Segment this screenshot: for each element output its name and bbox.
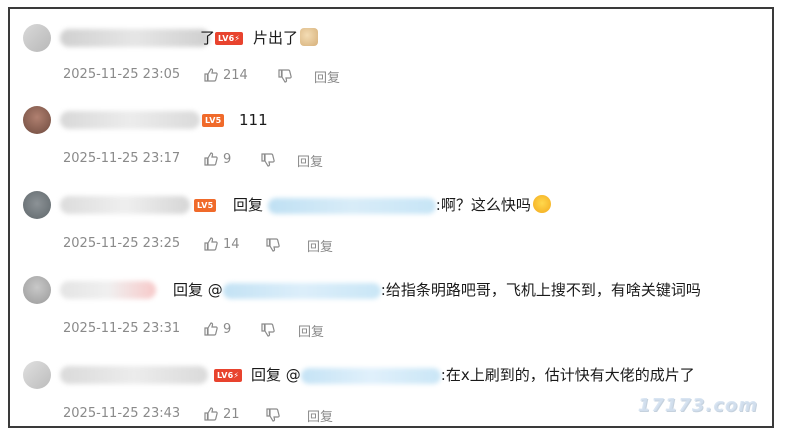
dislike-button[interactable] (265, 237, 281, 257)
comment-item: 回复 @:给指条明路吧哥，飞机上搜不到，有啥关键词吗 2025-11-25 23… (10, 270, 772, 355)
reply-prefix: 回复 @ (251, 366, 301, 384)
timestamp: 2025-11-25 23:43 (63, 406, 181, 421)
comment-meta: 2025-11-25 23:25 14 回复 (63, 236, 463, 257)
comment-meta: 2025-11-25 23:17 9 回复 (63, 151, 463, 172)
timestamp: 2025-11-25 23:25 (63, 236, 181, 251)
like-count: 9 (223, 151, 232, 167)
comment-text: 回复 :啊？这么快吗 (233, 195, 551, 215)
comment-text: 片出了 (253, 28, 319, 48)
comment-meta: 2025-11-25 23:05 214 回复 (63, 67, 463, 88)
timestamp: 2025-11-25 23:31 (63, 321, 181, 336)
like-button[interactable]: 14 (203, 236, 240, 252)
avatar[interactable] (23, 24, 51, 52)
dislike-button[interactable] (277, 68, 293, 88)
mention-blurred[interactable] (267, 197, 436, 214)
mention-blurred[interactable] (300, 367, 441, 384)
dislike-button[interactable] (265, 407, 281, 427)
reply-button[interactable]: 回复 (314, 67, 340, 86)
avatar[interactable] (23, 361, 51, 389)
like-count: 14 (223, 236, 240, 252)
like-button[interactable]: 9 (203, 151, 231, 167)
username-blurred[interactable] (60, 366, 208, 384)
reply-button[interactable]: 回复 (307, 406, 333, 425)
comment-pre-text: 了 (200, 29, 216, 47)
level-badge: LV5 (194, 199, 217, 212)
level-badge: LV6⚡ (215, 32, 244, 45)
timestamp: 2025-11-25 23:17 (63, 151, 181, 166)
lightning-icon: ⚡ (233, 371, 240, 380)
thumbs-down-icon (261, 153, 275, 167)
comment-meta: 2025-11-25 23:43 21 回复 (63, 406, 463, 427)
like-count: 21 (223, 406, 240, 422)
username-blurred[interactable] (60, 196, 190, 214)
site-watermark: 17173.com (637, 395, 758, 416)
like-button[interactable]: 214 (203, 67, 248, 83)
comment-list: 了 LV6⚡ 片出了 2025-11-25 23:05 214 回复 LV5 1… (8, 7, 774, 428)
lightning-icon: ⚡ (234, 34, 241, 43)
username-blurred[interactable] (60, 281, 156, 299)
thumbs-up-icon (204, 152, 218, 166)
thumbs-down-icon (261, 323, 275, 337)
like-count: 9 (223, 321, 232, 337)
comment-item: LV5 回复 :啊？这么快吗 2025-11-25 23:25 14 回复 (10, 185, 772, 270)
dislike-button[interactable] (260, 322, 276, 342)
comment-text: 111 (239, 111, 268, 129)
thumbs-up-icon (204, 322, 218, 336)
thumbs-up-icon (204, 68, 218, 82)
reply-button[interactable]: 回复 (297, 151, 323, 170)
like-button[interactable]: 21 (203, 406, 240, 422)
thumbs-down-icon (266, 408, 280, 422)
reply-prefix: 回复 (233, 196, 264, 214)
like-button[interactable]: 9 (203, 321, 231, 337)
username-blurred[interactable] (60, 111, 200, 129)
comment-item: LV5 111 2025-11-25 23:17 9 回复 (10, 100, 772, 185)
thumbs-down-icon (278, 69, 292, 83)
thumbs-down-icon (266, 238, 280, 252)
username-blurred[interactable] (60, 29, 210, 47)
reply-button[interactable]: 回复 (298, 321, 324, 340)
like-count: 214 (223, 67, 248, 83)
comment-text: 回复 @:在x上刷到的，估计快有大佬的成片了 (251, 366, 695, 384)
avatar[interactable] (23, 106, 51, 134)
avatar[interactable] (23, 191, 51, 219)
shocked-emoji (532, 195, 551, 213)
reply-prefix: 回复 @ (173, 281, 223, 299)
thumbs-up-icon (204, 407, 218, 421)
comment-text: 回复 @:给指条明路吧哥，飞机上搜不到，有啥关键词吗 (173, 281, 701, 299)
avatar[interactable] (23, 276, 51, 304)
dislike-button[interactable] (260, 152, 276, 172)
thumbs-up-icon (204, 237, 218, 251)
timestamp: 2025-11-25 23:05 (63, 67, 181, 82)
reply-button[interactable]: 回复 (307, 236, 333, 255)
comment-meta: 2025-11-25 23:31 9 回复 (63, 321, 463, 342)
doge-emoji (300, 28, 319, 46)
mention-blurred[interactable] (222, 282, 381, 299)
level-badge: LV6⚡ (214, 369, 243, 382)
comment-item: 了 LV6⚡ 片出了 2025-11-25 23:05 214 回复 (10, 15, 772, 100)
level-badge: LV5 (202, 114, 225, 127)
